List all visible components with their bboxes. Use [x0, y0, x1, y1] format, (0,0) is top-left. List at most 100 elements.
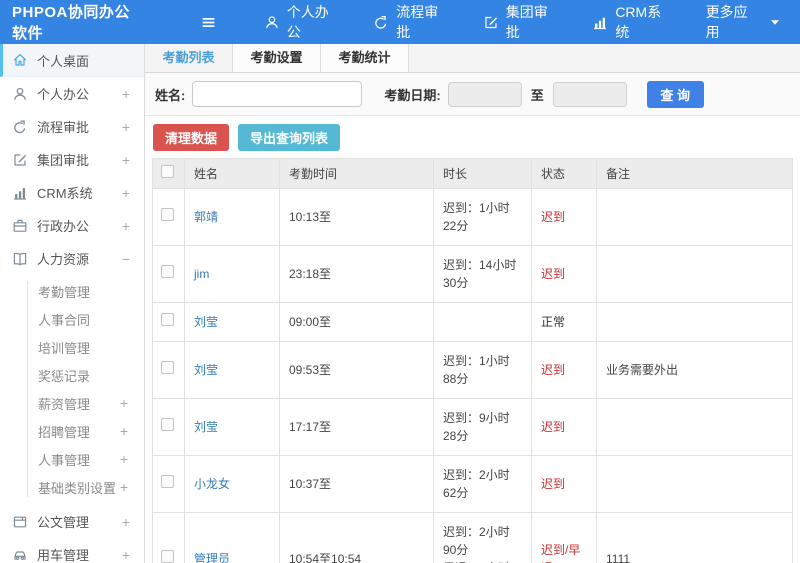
employee-name-link[interactable]: 刘莹 — [194, 315, 218, 329]
expand-toggle-icon: + — [121, 184, 131, 201]
duration-cell: 迟到：14小时30分 — [433, 245, 532, 303]
sidebar-item-0[interactable]: 个人桌面 — [0, 44, 144, 77]
table-row-3: 刘莹 09:53至 迟到：1小时88分 迟到 业务需要外出 — [152, 341, 793, 399]
employee-name-link[interactable]: 小龙女 — [194, 477, 230, 491]
sidebar-item-7[interactable]: 公文管理 + — [0, 505, 144, 538]
name-cell: 刘莹 — [184, 398, 280, 456]
sidebar-subitem-2[interactable]: 培训管理 — [0, 333, 144, 361]
checkbox-icon[interactable] — [161, 265, 174, 278]
hamburger-menu-icon[interactable] — [196, 9, 221, 35]
attendance-date-label: 考勤日期: — [384, 87, 441, 103]
table-row-4: 刘莹 17:17至 迟到：9小时28分 迟到 — [152, 398, 793, 456]
sidebar-subitem-5[interactable]: 招聘管理 + — [0, 417, 144, 445]
table-row-6: 管理员10:54至10:54迟到：2小时90分早退：7小时10分迟到/早退111… — [152, 512, 793, 563]
checkbox-icon[interactable] — [161, 361, 174, 374]
sidebar-item-2[interactable]: 流程审批 + — [0, 110, 144, 143]
sidebar-subitem-label: 考勤管理 — [38, 284, 91, 300]
sidebar-subitem-3[interactable]: 奖惩记录 — [0, 361, 144, 389]
remark-cell — [596, 245, 793, 303]
date-from-input[interactable] — [447, 81, 522, 107]
topnav-item-2[interactable]: 集团审批 — [483, 2, 559, 42]
sidebar-subitem-label: 人事合同 — [38, 312, 91, 328]
query-button[interactable]: 查 询 — [646, 80, 704, 108]
time-cell: 17:17至 — [279, 398, 434, 456]
name-cell: 郭靖 — [184, 188, 280, 246]
briefcase-icon — [12, 218, 28, 234]
employee-name-link[interactable]: 郭靖 — [194, 210, 218, 224]
tab-1[interactable]: 考勤设置 — [233, 44, 321, 72]
sidebar-item-5[interactable]: 行政办公 + — [0, 209, 144, 242]
sidebar-subitem-6[interactable]: 人事管理 + — [0, 445, 144, 473]
checkbox-icon[interactable] — [161, 164, 174, 178]
top-navigation: 个人办公 流程审批 集团审批 CRM系统 更多应用 — [247, 2, 800, 42]
tab-bar: 考勤列表 考勤设置 考勤统计 — [145, 44, 800, 73]
duration-cell: 迟到：1小时88分 — [433, 341, 532, 399]
expand-toggle-icon: + — [121, 217, 131, 234]
expand-toggle-icon: + — [121, 513, 131, 530]
sidebar-item-6[interactable]: 人力资源 − — [0, 242, 144, 275]
topnav-item-3[interactable]: CRM系统 — [592, 2, 671, 42]
sidebar-subitem-label: 基础类别设置 — [38, 480, 117, 496]
employee-name-link[interactable]: 管理员 — [194, 552, 230, 563]
checkbox-icon[interactable] — [161, 475, 174, 488]
table-row-1: jim 23:18至 迟到：14小时30分 迟到 — [152, 245, 793, 303]
table-header-row: 姓名 考勤时间 时长 状态 备注 — [152, 158, 793, 189]
employee-name-link[interactable]: 刘莹 — [194, 363, 218, 377]
clean-data-button[interactable]: 清理数据 — [153, 124, 230, 151]
column-header: 备注 — [596, 158, 793, 189]
sidebar-subitem-label: 人事管理 — [38, 452, 91, 468]
duration-cell: 迟到：1小时22分 — [433, 188, 532, 246]
topnav-item-4[interactable]: 更多应用 — [706, 2, 783, 42]
topnav-item-label: 个人办公 — [286, 4, 329, 40]
sidebar-item-4[interactable]: CRM系统 + — [0, 176, 144, 209]
row-checkbox-cell — [152, 398, 185, 456]
select-all-checkbox[interactable] — [152, 158, 185, 189]
topnav-item-1[interactable]: 流程审批 — [373, 2, 449, 42]
export-list-button[interactable]: 导出查询列表 — [238, 124, 341, 151]
expand-toggle-icon: + — [119, 395, 129, 411]
duration-line: 迟到：1小时22分 — [443, 201, 510, 233]
remark-cell: 业务需要外出 — [596, 341, 793, 399]
topnav-item-0[interactable]: 个人办公 — [264, 2, 340, 42]
status-cell: 迟到/早退 — [531, 512, 597, 563]
sidebar-item-3[interactable]: 集团审批 + — [0, 143, 144, 176]
status-badge: 迟到 — [541, 363, 566, 377]
employee-name-link[interactable]: jim — [194, 267, 209, 281]
sidebar-subitem-0[interactable]: 考勤管理 — [0, 277, 144, 305]
status-cell: 正常 — [531, 302, 597, 342]
employee-name-link[interactable]: 刘莹 — [194, 420, 218, 434]
sidebar-item-1[interactable]: 个人办公 + — [0, 77, 144, 110]
time-cell: 09:00至 — [279, 302, 434, 342]
tab-2[interactable]: 考勤统计 — [321, 44, 409, 72]
expand-toggle-icon: + — [121, 85, 131, 102]
name-search-input[interactable] — [192, 81, 363, 107]
table-row-2: 刘莹 09:00至 正常 — [152, 302, 793, 342]
duration-line: 迟到：2小时62分 — [443, 468, 510, 500]
duration-cell: 迟到：2小时90分早退：7小时10分 — [433, 512, 532, 563]
bar-chart-icon — [12, 185, 28, 201]
date-to-input[interactable] — [552, 81, 627, 107]
checkbox-icon[interactable] — [161, 208, 174, 221]
checkbox-icon[interactable] — [161, 418, 174, 431]
time-cell: 23:18至 — [279, 245, 434, 303]
caret-down-icon — [767, 14, 783, 31]
sidebar-subitem-7[interactable]: 基础类别设置 + — [0, 473, 144, 501]
car-icon — [12, 547, 28, 563]
sidebar-subitem-4[interactable]: 薪资管理 + — [0, 389, 144, 417]
status-cell: 迟到 — [531, 188, 597, 246]
name-cell: 刘莹 — [184, 341, 280, 399]
name-cell: 刘莹 — [184, 302, 280, 342]
sidebar-item-8[interactable]: 用车管理 + — [0, 538, 144, 563]
sidebar-subitem-1[interactable]: 人事合同 — [0, 305, 144, 333]
home-icon — [12, 52, 28, 68]
expand-toggle-icon: + — [121, 546, 131, 563]
status-badge: 迟到 — [541, 420, 566, 434]
tab-0[interactable]: 考勤列表 — [145, 44, 233, 72]
remark-cell — [596, 188, 793, 246]
checkbox-icon[interactable] — [161, 313, 174, 326]
checkbox-icon[interactable] — [161, 550, 174, 563]
time-cell: 10:54至10:54 — [279, 512, 434, 563]
topnav-item-label: 更多应用 — [705, 4, 748, 40]
sidebar-item-label: 集团审批 — [37, 153, 90, 168]
sidebar-item-label: 用车管理 — [37, 548, 90, 563]
